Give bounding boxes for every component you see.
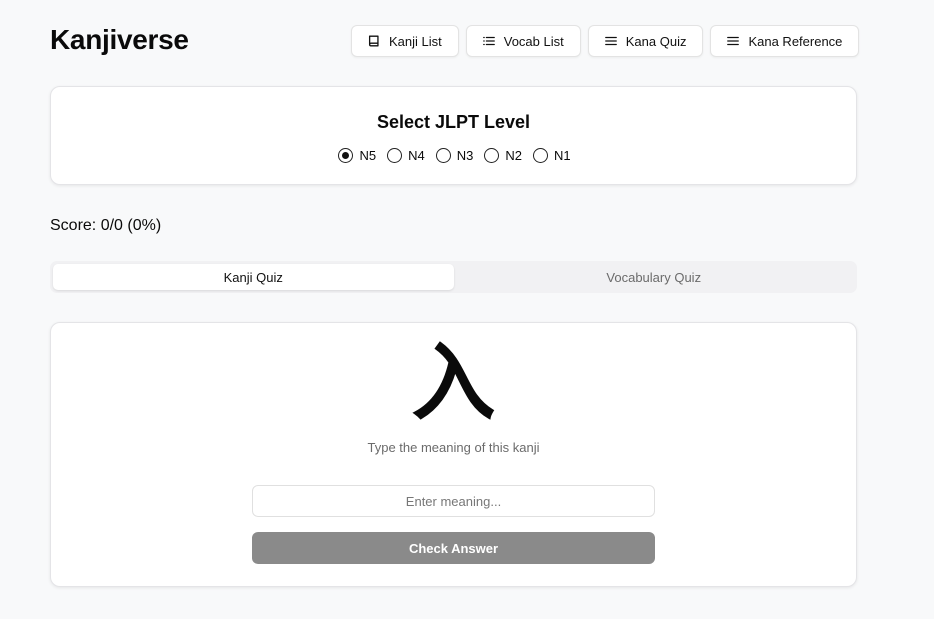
list-icon: [482, 34, 496, 48]
quiz-hint: Type the meaning of this kanji: [367, 440, 540, 455]
app-title: Kanjiverse: [50, 24, 189, 55]
level-label-n1: N1: [553, 148, 571, 163]
tab-kanji-quiz[interactable]: Kanji Quiz: [53, 264, 454, 290]
jlpt-level-card: Select JLPT Level N5 N4 N3 N2 N1: [50, 86, 857, 185]
top-nav: Kanji List Vocab List Kana Quiz Kana Ref…: [351, 25, 860, 57]
level-label-n5: N5: [359, 148, 377, 163]
score-display: Score: 0/0 (0%): [50, 217, 162, 234]
level-option-n4[interactable]: N4: [387, 148, 425, 163]
vocab-list-label: Vocab List: [503, 33, 564, 49]
meaning-input[interactable]: [252, 485, 655, 517]
radio-n5[interactable]: [338, 148, 354, 163]
level-label-n3: N3: [456, 148, 474, 163]
radio-n4[interactable]: [387, 148, 403, 163]
radio-n2[interactable]: [484, 148, 500, 163]
quiz-card: 入 Type the meaning of this kanji Check A…: [50, 322, 857, 587]
menu-icon: [726, 34, 740, 48]
level-option-n3[interactable]: N3: [435, 148, 474, 163]
level-label-n4: N4: [408, 148, 425, 163]
kana-reference-button[interactable]: Kana Reference: [710, 25, 860, 57]
quiz-tabs: Kanji Quiz Vocabulary Quiz: [50, 261, 857, 293]
radio-n1[interactable]: [532, 148, 548, 163]
kanji-list-label: Kanji List: [389, 33, 442, 49]
check-answer-button[interactable]: Check Answer: [252, 532, 655, 564]
level-option-n2[interactable]: N2: [484, 148, 522, 163]
kana-quiz-label: Kana Quiz: [625, 33, 687, 49]
app-root: Kanjiverse Kanji List Vocab List Kana Qu…: [0, 0, 934, 619]
menu-icon: [604, 34, 618, 48]
jlpt-level-radio-group: N5 N4 N3 N2 N1: [51, 148, 856, 163]
book-icon: [367, 34, 381, 48]
radio-n3[interactable]: [435, 148, 451, 163]
kanji-character: 入: [411, 334, 496, 432]
vocab-list-button[interactable]: Vocab List: [465, 25, 581, 57]
jlpt-level-title: Select JLPT Level: [376, 112, 531, 132]
kana-quiz-button[interactable]: Kana Quiz: [587, 25, 704, 57]
level-label-n2: N2: [505, 148, 522, 163]
level-option-n1[interactable]: N1: [532, 148, 571, 163]
level-option-n5[interactable]: N5: [338, 148, 376, 163]
kana-reference-label: Kana Reference: [748, 33, 843, 49]
kanji-list-button[interactable]: Kanji List: [351, 25, 459, 57]
tab-vocabulary-quiz[interactable]: Vocabulary Quiz: [454, 264, 855, 290]
